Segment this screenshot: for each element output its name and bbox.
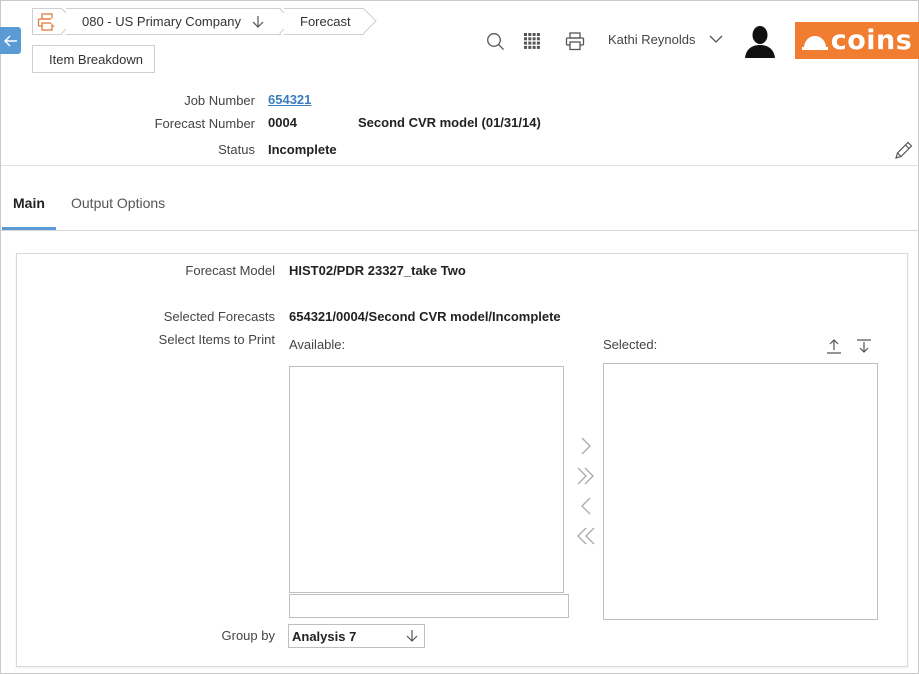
forecast-model-label: Forecast Model xyxy=(185,263,275,278)
edit-button[interactable] xyxy=(892,138,916,162)
move-all-right-button[interactable] xyxy=(576,466,596,486)
coins-logo: coins xyxy=(795,22,919,59)
status-value: Incomplete xyxy=(268,142,337,157)
selected-forecasts-value: 654321/0004/Second CVR model/Incomplete xyxy=(289,309,561,324)
chevron-down-icon xyxy=(252,15,264,28)
hardhat-icon xyxy=(801,35,828,50)
search-icon xyxy=(486,32,504,50)
move-all-left-button[interactable] xyxy=(576,526,596,546)
tab-output-options[interactable]: Output Options xyxy=(71,195,165,211)
user-avatar[interactable] xyxy=(744,24,776,58)
move-down-icon xyxy=(857,339,871,353)
group-by-select[interactable]: Analysis 7 xyxy=(288,624,425,648)
back-button[interactable] xyxy=(0,27,21,54)
edit-pencil-icon xyxy=(895,141,913,159)
selected-forecasts-label: Selected Forecasts xyxy=(163,309,275,324)
user-menu[interactable]: Kathi Reynolds xyxy=(608,32,723,47)
chevron-down-icon xyxy=(406,630,418,642)
chevron-left-icon xyxy=(581,497,591,515)
forecast-number-value: 0004 xyxy=(268,115,297,130)
available-list[interactable] xyxy=(289,366,564,593)
available-label: Available: xyxy=(289,337,346,352)
back-arrow-icon xyxy=(3,35,17,46)
chevron-right-icon xyxy=(581,437,591,455)
breadcrumb-company[interactable]: 080 - US Primary Company xyxy=(66,8,281,35)
selected-label: Selected: xyxy=(603,337,658,352)
group-by-label: Group by xyxy=(221,628,275,643)
tab-main[interactable]: Main xyxy=(13,195,45,211)
user-avatar-icon xyxy=(745,26,775,58)
double-chevron-left-icon xyxy=(577,527,595,545)
status-label: Status xyxy=(218,142,255,157)
print-icon xyxy=(565,31,585,50)
breadcrumb-company-label: 080 - US Primary Company xyxy=(82,14,241,29)
tab-output-options-label: Output Options xyxy=(71,195,166,211)
chevron-down-icon xyxy=(709,35,723,43)
group-by-value: Analysis 7 xyxy=(292,628,357,644)
job-number-label: Job Number xyxy=(184,93,255,108)
user-name: Kathi Reynolds xyxy=(608,32,696,47)
apps-button[interactable] xyxy=(522,31,542,51)
select-items-label: Select Items to Print xyxy=(158,332,275,347)
breadcrumb-item-breakdown-label: Item Breakdown xyxy=(49,51,143,67)
move-to-top-button[interactable] xyxy=(824,336,844,356)
move-up-icon xyxy=(827,339,841,354)
selected-list[interactable] xyxy=(603,363,878,620)
print-button[interactable] xyxy=(564,30,586,52)
logo-text: coins xyxy=(830,25,913,56)
forecast-description: Second CVR model (01/31/14) xyxy=(358,115,541,130)
move-right-button[interactable] xyxy=(576,436,596,456)
tab-main-label: Main xyxy=(13,195,45,211)
header-divider xyxy=(1,165,918,166)
forecast-model-value: HIST02/PDR 23327_take Two xyxy=(289,263,466,278)
apps-grid-icon xyxy=(524,33,540,49)
search-button[interactable] xyxy=(484,30,506,52)
breadcrumb-forecast-label: Forecast xyxy=(300,14,351,29)
breadcrumb-item-breakdown[interactable]: Item Breakdown xyxy=(32,45,155,73)
move-left-button[interactable] xyxy=(576,496,596,516)
available-filter-input[interactable] xyxy=(289,594,569,618)
forecast-number-label: Forecast Number xyxy=(154,116,255,131)
move-to-bottom-button[interactable] xyxy=(854,336,874,356)
tabs-divider xyxy=(1,230,918,231)
job-number-link[interactable]: 654321 xyxy=(268,92,311,107)
double-chevron-right-icon xyxy=(577,467,594,485)
